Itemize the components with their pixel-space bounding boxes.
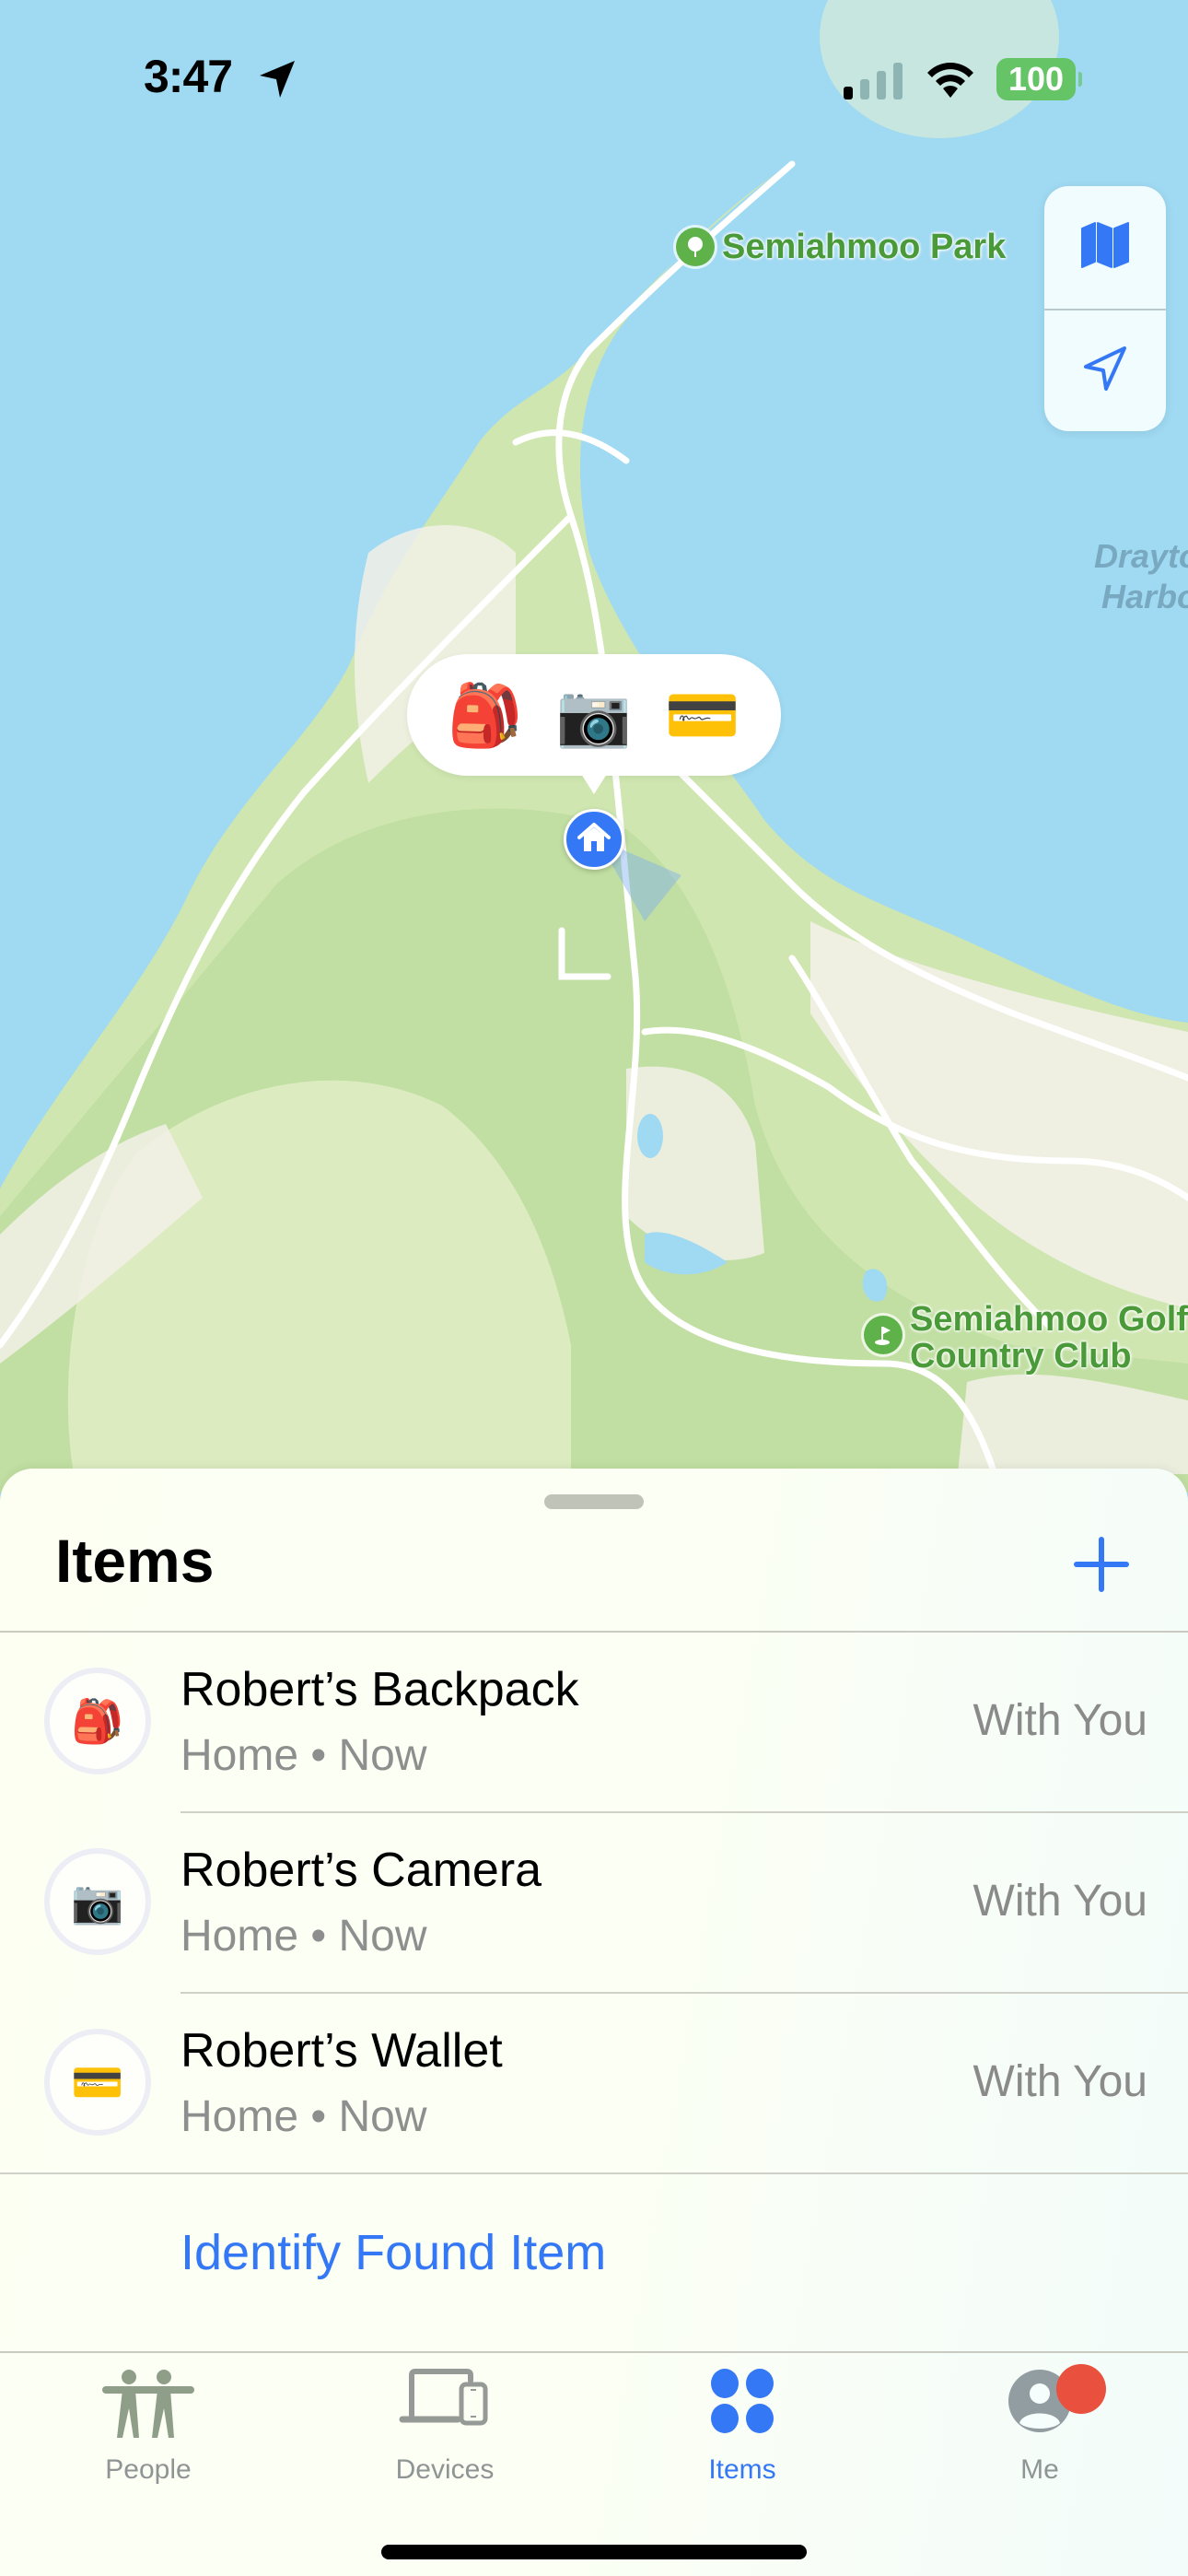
people-icon bbox=[102, 2368, 194, 2446]
water-label-line2: Harbor bbox=[1101, 578, 1188, 615]
water-label: Drayton Harbor bbox=[1094, 536, 1188, 617]
add-item-button[interactable] bbox=[1068, 1533, 1135, 1599]
location-services-icon bbox=[258, 59, 298, 104]
sheet-title: Items bbox=[55, 1527, 215, 1595]
row-divider bbox=[0, 2172, 1188, 2174]
sheet-grabber[interactable] bbox=[544, 1494, 644, 1509]
golf-flag-icon bbox=[864, 1316, 903, 1354]
item-list: 🎒 Robert’s Backpack Home • Now With You … bbox=[0, 1633, 1188, 2174]
list-item[interactable]: 🎒 Robert’s Backpack Home • Now With You bbox=[0, 1633, 1188, 1813]
golf-label-line2: Country Club bbox=[910, 1337, 1132, 1376]
bubble-item-backpack[interactable]: 🎒 bbox=[448, 678, 523, 752]
bubble-item-wallet[interactable]: 💳 bbox=[665, 678, 740, 752]
devices-icon bbox=[399, 2368, 491, 2439]
item-name: Robert’s Camera bbox=[181, 1844, 542, 1897]
golf-club-label[interactable]: Semiahmoo Golf Country Club bbox=[910, 1301, 1188, 1375]
item-avatar-wallet: 💳 bbox=[44, 2029, 151, 2136]
location-arrow-icon bbox=[1082, 345, 1128, 397]
items-sheet: Items 🎒 Robert’s Backpack Home • Now Wit… bbox=[0, 1469, 1188, 2576]
tab-label: Devices bbox=[395, 2454, 495, 2485]
tab-me[interactable]: Me bbox=[948, 2353, 1132, 2491]
golf-label-line1: Semiahmoo Golf bbox=[910, 1300, 1188, 1339]
home-indicator[interactable] bbox=[381, 2545, 807, 2559]
item-avatar-backpack: 🎒 bbox=[44, 1668, 151, 1774]
map-mode-button[interactable] bbox=[1044, 186, 1166, 309]
tab-bar: People Devices Items Me bbox=[0, 2351, 1188, 2576]
tab-people[interactable]: People bbox=[56, 2353, 240, 2491]
item-location: Home • Now bbox=[181, 1912, 427, 1961]
tab-items[interactable]: Items bbox=[650, 2353, 834, 2491]
map-view[interactable]: Semiahmoo Park Drayton Harbor Semiahmoo … bbox=[0, 0, 1188, 1493]
notification-badge bbox=[1056, 2364, 1106, 2414]
status-time: 3:47 bbox=[144, 51, 233, 102]
home-icon bbox=[577, 822, 611, 858]
list-item[interactable]: 💳 Robert’s Wallet Home • Now With You bbox=[0, 1994, 1188, 2174]
home-pin[interactable] bbox=[564, 809, 624, 870]
battery-indicator: 100 bbox=[996, 58, 1082, 100]
map-controls bbox=[1044, 186, 1166, 431]
item-status: With You bbox=[973, 1696, 1147, 1745]
tab-devices[interactable]: Devices bbox=[353, 2353, 537, 2491]
locate-me-button[interactable] bbox=[1044, 309, 1166, 431]
item-name: Robert’s Backpack bbox=[181, 1663, 579, 1716]
item-status: With You bbox=[973, 1877, 1147, 1926]
tree-icon bbox=[676, 228, 715, 266]
map-icon bbox=[1080, 221, 1130, 274]
items-icon bbox=[709, 2368, 775, 2439]
tab-label: People bbox=[105, 2454, 192, 2485]
list-item[interactable]: 📷 Robert’s Camera Home • Now With You bbox=[0, 1813, 1188, 1994]
cellular-signal-icon bbox=[842, 61, 906, 104]
plus-icon bbox=[1073, 1536, 1130, 1598]
tab-label: Me bbox=[1020, 2454, 1059, 2485]
item-status: With You bbox=[973, 2057, 1147, 2106]
park-label[interactable]: Semiahmoo Park bbox=[722, 228, 1006, 265]
items-cluster-bubble[interactable]: 🎒 📷 💳 bbox=[407, 654, 781, 794]
item-location: Home • Now bbox=[181, 2092, 427, 2141]
identify-found-item-button[interactable]: Identify Found Item bbox=[181, 2222, 606, 2283]
item-avatar-camera: 📷 bbox=[44, 1848, 151, 1955]
water-label-line1: Drayton bbox=[1094, 537, 1188, 575]
tab-label: Items bbox=[708, 2454, 776, 2485]
wifi-icon bbox=[923, 57, 978, 104]
bubble-item-camera[interactable]: 📷 bbox=[556, 678, 632, 752]
item-location: Home • Now bbox=[181, 1731, 427, 1780]
status-bar: 3:47 100 bbox=[0, 0, 1188, 147]
item-name: Robert’s Wallet bbox=[181, 2024, 503, 2078]
